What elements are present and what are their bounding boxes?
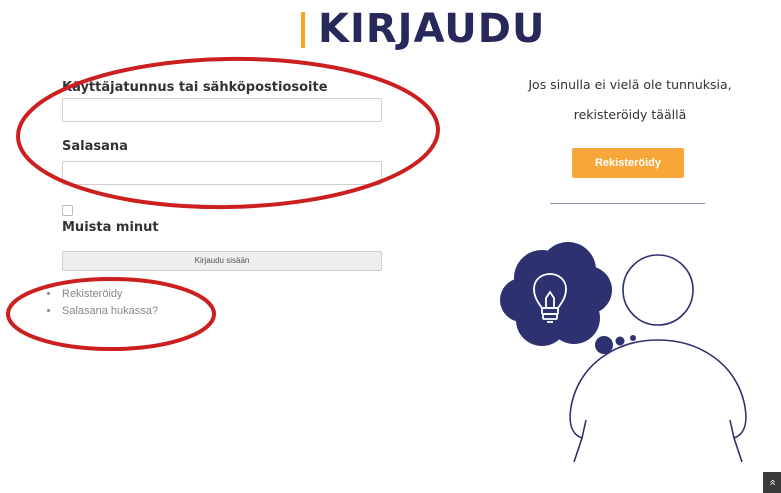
username-input[interactable] <box>62 98 382 122</box>
thinking-person-illustration <box>500 242 747 463</box>
divider <box>550 203 705 204</box>
double-chevron-up-icon: « <box>766 479 779 486</box>
page-title: KIRJAUDU <box>318 6 546 52</box>
login-button[interactable]: Kirjaudu sisään <box>62 251 382 271</box>
username-label: Käyttäjatunnus tai sähköpostiosoite <box>62 80 328 95</box>
password-input[interactable] <box>62 161 382 185</box>
password-label: Salasana <box>62 139 128 154</box>
scroll-to-top-button[interactable]: « <box>763 472 781 493</box>
register-button[interactable]: Rekisteröidy <box>572 148 684 178</box>
account-links: Rekisteröidy Salasana hukassa? <box>46 286 158 320</box>
remember-me-checkbox[interactable] <box>62 205 73 216</box>
remember-me-label: Muista minut <box>62 220 159 235</box>
title-accent-bar <box>301 12 305 48</box>
thought-cloud-icon <box>500 242 636 354</box>
register-info-line1: Jos sinulla ei vielä ole tunnuksia, <box>528 77 732 92</box>
register-link[interactable]: Rekisteröidy <box>60 286 158 303</box>
register-info-line2: rekisteröidy täällä <box>573 107 687 122</box>
annotation-ellipse-form <box>16 56 440 210</box>
lost-password-link[interactable]: Salasana hukassa? <box>60 303 158 320</box>
